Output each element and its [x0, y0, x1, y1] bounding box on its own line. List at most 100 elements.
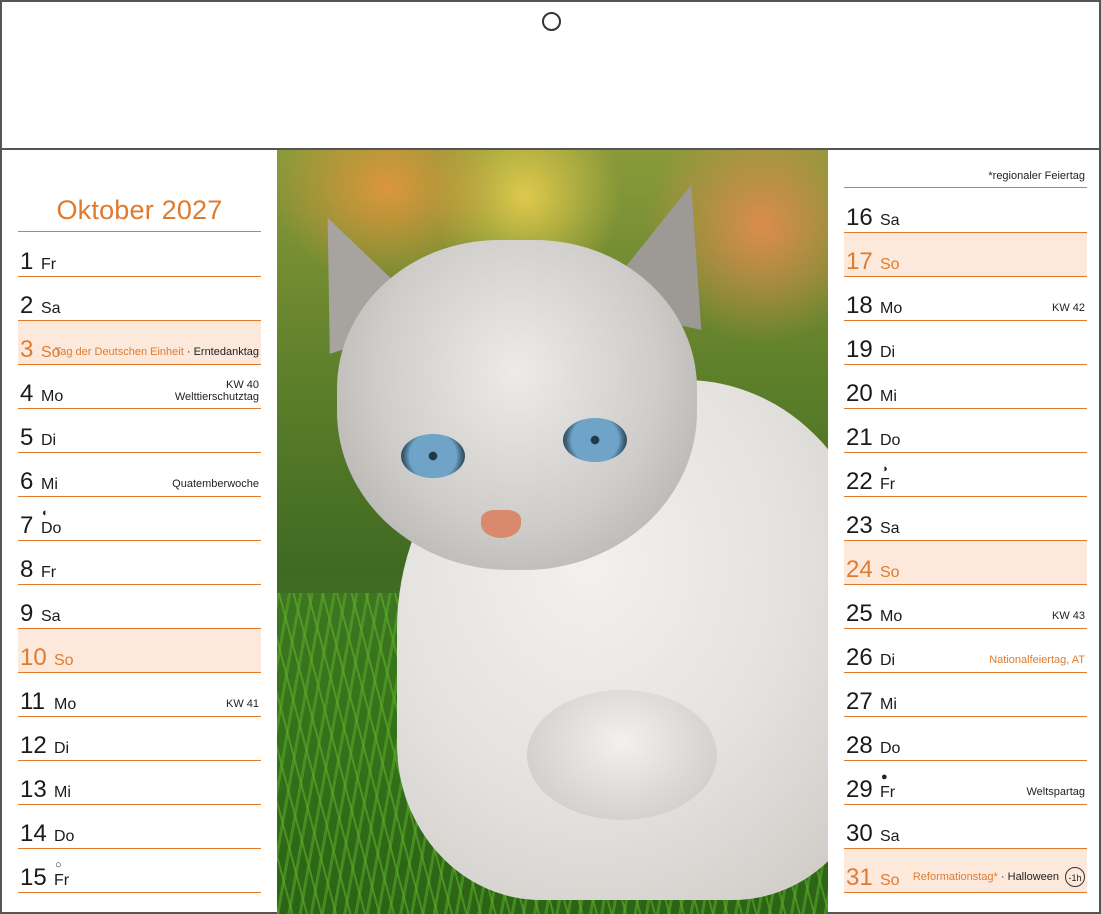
observance-name: Halloween — [1007, 870, 1059, 883]
moon-phase-icon: ● — [881, 771, 888, 783]
day-row: 2 Sa — [18, 277, 261, 321]
note-line: KW 43 — [1051, 610, 1085, 623]
moon-phase-icon: ◐ — [42, 507, 49, 519]
weekday-name: Di — [880, 344, 896, 361]
day-row: 6 Mi Quatemberwoche — [18, 453, 261, 497]
day-row: 24 So — [844, 541, 1087, 585]
weekday-name: Do — [41, 520, 62, 537]
weekday-name: Fr — [41, 564, 57, 581]
weekday-name: Mi — [880, 388, 897, 405]
weekday-name: So — [880, 256, 900, 273]
cat-nose — [481, 510, 521, 538]
day-number: 19 — [846, 336, 873, 363]
day-row: 18 Mo KW 42 — [844, 277, 1087, 321]
day-number: 6 — [20, 468, 34, 495]
day-number: 24 — [846, 556, 873, 583]
footnote-rule — [844, 187, 1087, 188]
weekday-name: Mo — [880, 608, 903, 625]
day-number: 30 — [846, 820, 873, 847]
day-note: KW 42 — [1052, 302, 1085, 315]
weekday-name: Sa — [880, 520, 900, 537]
day-number: 16 — [846, 204, 873, 231]
day-number: 9 — [20, 600, 34, 627]
day-row: 7 ◐ Do — [18, 497, 261, 541]
holiday-line: Reformationstag* · Halloween -1h — [913, 867, 1085, 887]
day-number: 27 — [846, 688, 873, 715]
day-number: 3 — [20, 336, 34, 363]
weekday-name: Mi — [880, 696, 897, 713]
weekday-name: Sa — [880, 212, 900, 229]
weekday-name: Di — [880, 652, 896, 669]
day-number: 26 — [846, 644, 873, 671]
day-number: 10 — [20, 644, 47, 671]
weekday-name: Mo — [54, 696, 77, 713]
day-row: 15 ○ Fr — [18, 849, 261, 893]
moon-phase-icon: ○ — [55, 859, 62, 871]
weekday-name: Di — [41, 432, 57, 449]
day-row: 1 Fr — [18, 233, 261, 277]
weekday-name: Fr — [880, 784, 896, 801]
footnote: *regionaler Feiertag — [988, 170, 1085, 182]
cat-eye-right — [563, 418, 627, 462]
cat-paw — [527, 690, 717, 820]
day-number: 5 — [20, 424, 34, 451]
day-row: 11 Mo KW 41 — [18, 673, 261, 717]
day-note: KW 40 Welttierschutztag — [175, 379, 259, 404]
weekday-name: Mo — [880, 300, 903, 317]
day-row: 13 Mi — [18, 761, 261, 805]
weekday-name: Mi — [54, 784, 71, 801]
note-line: KW 42 — [1051, 302, 1085, 315]
calendar-page: Oktober 2027 *regionaler Feiertag 1 Fr 2 Sa… — [0, 0, 1101, 914]
day-note: KW 41 — [226, 698, 259, 711]
holiday-name: Reformationstag* — [912, 870, 998, 883]
day-number: 12 — [20, 732, 47, 759]
day-row: 22 ◑ Fr — [844, 453, 1087, 497]
day-number: 7 — [20, 512, 34, 539]
holiday-line: Nationalfeiertag, AT — [989, 654, 1085, 667]
day-number: 11 — [20, 688, 45, 715]
weekday-name: Mi — [41, 476, 58, 493]
note-line: Weltspartag — [1026, 786, 1086, 799]
day-row: 4 Mo KW 40 Welttierschutztag — [18, 365, 261, 409]
cat-eye-left — [401, 434, 465, 478]
moon-phase-icon: ◑ — [881, 463, 888, 475]
day-row: 23 Sa — [844, 497, 1087, 541]
day-number: 23 — [846, 512, 873, 539]
day-row: 5 Di — [18, 409, 261, 453]
separator: · — [997, 870, 1008, 883]
day-note: Reformationstag* · Halloween -1h — [913, 867, 1085, 887]
weekday-name: Mo — [41, 388, 64, 405]
separator: · — [183, 346, 194, 359]
day-row: 31 So Reformationstag* · Halloween -1h — [844, 849, 1087, 893]
day-row: 10 So — [18, 629, 261, 673]
day-row: 29 ● Fr Weltspartag — [844, 761, 1087, 805]
day-row: 26 Di Nationalfeiertag, AT — [844, 629, 1087, 673]
day-row: 3 So Tag der Deutschen Einheit · Erntedank… — [18, 321, 261, 365]
weekday-name: Do — [880, 432, 901, 449]
day-row: 17 So — [844, 233, 1087, 277]
weekday-name: Fr — [880, 476, 896, 493]
day-row: 21 Do — [844, 409, 1087, 453]
hanger-hole — [542, 12, 561, 31]
month-title: Oktober 2027 — [56, 195, 223, 225]
day-number: 4 — [20, 380, 34, 407]
day-number: 31 — [846, 864, 873, 891]
weekday-name: Sa — [41, 608, 61, 625]
day-number: 29 — [846, 776, 873, 803]
day-row: 28 Do — [844, 717, 1087, 761]
weekday-name: Do — [880, 740, 901, 757]
day-note: Tag der Deutschen Einheit · Erntedanktag — [55, 346, 259, 359]
weekday-name: Fr — [54, 872, 70, 889]
day-number: 13 — [20, 776, 47, 803]
day-row: 27 Mi — [844, 673, 1087, 717]
day-row: 25 Mo KW 43 — [844, 585, 1087, 629]
day-number: 15 — [20, 864, 47, 891]
weekday-name: Di — [54, 740, 70, 757]
note-line: KW 41 — [225, 698, 259, 711]
day-number: 20 — [846, 380, 873, 407]
day-note: Quatemberwoche — [172, 478, 259, 491]
weekday-name: So — [54, 652, 74, 669]
day-number: 25 — [846, 600, 873, 627]
cat-photo — [277, 150, 828, 914]
weekday-name: Sa — [41, 300, 61, 317]
